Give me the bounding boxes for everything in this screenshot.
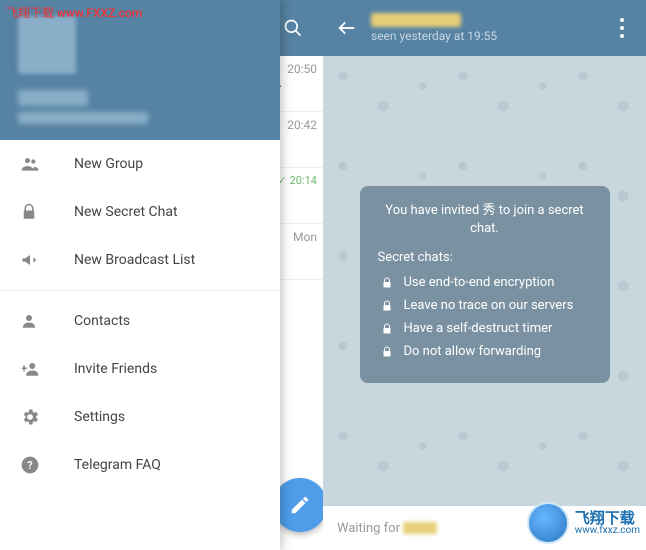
secret-feature: Leave no trace on our servers (378, 298, 592, 313)
search-icon (283, 18, 303, 38)
megaphone-icon (20, 250, 48, 270)
person-icon (20, 312, 48, 330)
menu-invite-friends[interactable]: Invite Friends (0, 345, 280, 393)
compose-fab[interactable] (273, 478, 327, 532)
feature-text: Leave no trace on our servers (404, 298, 574, 313)
lock-icon (378, 345, 396, 359)
menu-label: Contacts (74, 313, 130, 329)
profile-avatar (18, 16, 76, 74)
redacted-name (403, 522, 437, 534)
chat-time: 20:14 (290, 174, 317, 187)
lock-icon (378, 322, 396, 336)
menu-label: New Broadcast List (74, 252, 195, 268)
svg-text:?: ? (27, 459, 32, 472)
watermark-logo: 飞翔下载 www.fxxz.com (527, 502, 640, 544)
waiting-text: Waiting for (337, 521, 400, 536)
menu-label: Invite Friends (74, 361, 157, 377)
right-panel: seen yesterday at 19:55 You have invited… (323, 0, 646, 550)
secret-chats-heading: Secret chats: (378, 250, 592, 265)
profile-name (18, 90, 88, 106)
secret-feature: Use end-to-end encryption (378, 275, 592, 290)
group-icon (20, 154, 48, 174)
menu-new-secret-chat[interactable]: New Secret Chat (0, 188, 280, 236)
more-vertical-icon (620, 16, 624, 40)
menu-settings[interactable]: Settings (0, 393, 280, 441)
invite-line: You have invited 秀 to join a secret chat… (378, 202, 592, 238)
gear-icon (20, 407, 48, 427)
watermark-top: 飞翔下载 www.FXXZ.com (6, 4, 142, 21)
chat-top-bar: seen yesterday at 19:55 (323, 0, 646, 56)
secret-chat-info: You have invited 秀 to join a secret chat… (360, 186, 610, 383)
menu-telegram-faq[interactable]: ? Telegram FAQ (0, 441, 280, 489)
menu-label: Telegram FAQ (74, 457, 161, 473)
menu-new-group[interactable]: New Group (0, 140, 280, 188)
brand-name: 飞翔下载 (575, 511, 640, 526)
secret-feature: Do not allow forwarding (378, 344, 592, 359)
feature-text: Have a self-destruct timer (404, 321, 553, 336)
brand-circle-icon (527, 502, 569, 544)
lock-icon (378, 299, 396, 313)
secret-feature: Have a self-destruct timer (378, 321, 592, 336)
left-panel: 20:50 a... 20:42 ✓ 20:14 Mon New Group N… (0, 0, 323, 550)
navigation-drawer: New Group New Secret Chat New Broadcast … (0, 0, 280, 550)
chat-body: You have invited 秀 to join a secret chat… (323, 56, 646, 506)
menu-new-broadcast-list[interactable]: New Broadcast List (0, 236, 280, 284)
help-icon: ? (20, 455, 48, 475)
lock-icon (378, 276, 396, 290)
drawer-header (0, 0, 280, 140)
menu-divider (0, 290, 280, 291)
arrow-left-icon (336, 17, 358, 39)
pencil-icon (289, 494, 311, 516)
more-button[interactable] (604, 0, 640, 56)
menu-label: Settings (74, 409, 125, 425)
feature-text: Do not allow forwarding (404, 344, 542, 359)
menu-contacts[interactable]: Contacts (0, 297, 280, 345)
feature-text: Use end-to-end encryption (404, 275, 555, 290)
menu-label: New Secret Chat (74, 204, 178, 220)
menu-label: New Group (74, 156, 143, 172)
chat-last-seen: seen yesterday at 19:55 (371, 29, 497, 43)
chat-title (371, 13, 461, 27)
profile-phone (18, 112, 148, 124)
brand-url: www.fxxz.com (575, 526, 640, 536)
lock-icon (20, 202, 48, 222)
person-add-icon (20, 360, 48, 378)
back-button[interactable] (333, 17, 361, 39)
